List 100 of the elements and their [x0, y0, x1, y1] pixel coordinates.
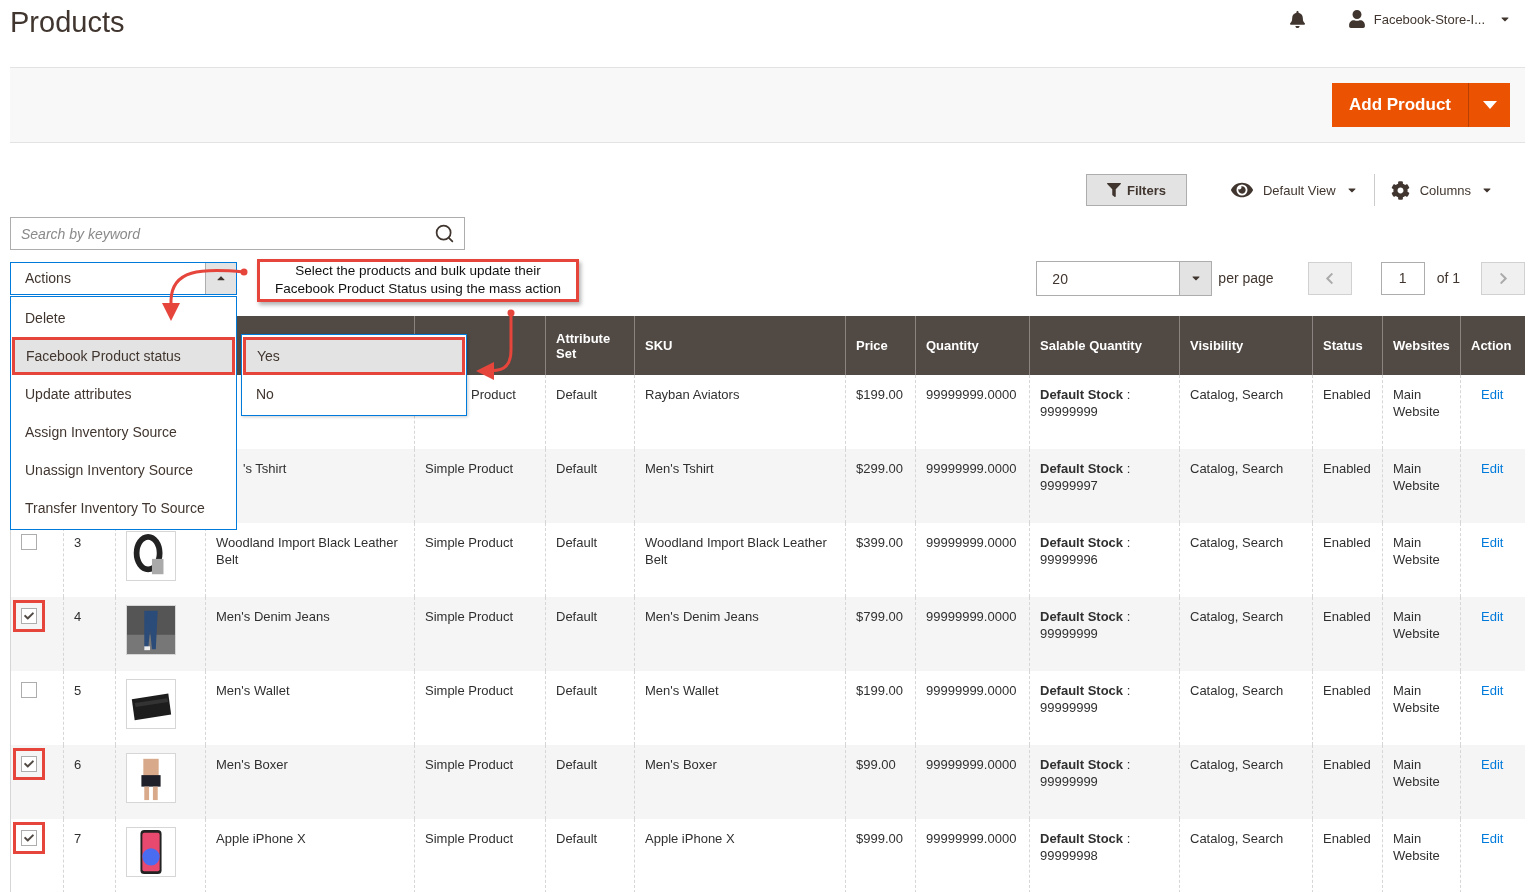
- columns-dropdown[interactable]: Columns: [1374, 174, 1509, 206]
- callout-note: Select the products and bulk update their Facebook Product Status using the mass action: [257, 259, 579, 302]
- product-type: Simple Product: [425, 682, 514, 699]
- check-icon: [24, 759, 34, 769]
- quantity-text: 99999999.0000: [926, 608, 1017, 625]
- website-text: Main Website: [1393, 534, 1441, 568]
- checkbox[interactable]: [21, 756, 37, 772]
- price-text: $299.00: [856, 460, 903, 477]
- actions-dropdown[interactable]: Actions: [10, 261, 237, 295]
- edit-link[interactable]: Edit: [1481, 387, 1504, 402]
- check-icon: [24, 833, 34, 843]
- edit-link[interactable]: Edit: [1481, 461, 1504, 476]
- status-text: Enabled: [1323, 460, 1371, 477]
- salable-quantity: Default Stock : 99999998: [1040, 830, 1132, 864]
- product-type: Simple Product: [425, 830, 514, 847]
- edit-link[interactable]: Edit: [1481, 535, 1504, 550]
- search-icon[interactable]: [434, 223, 455, 244]
- visibility-text: Catalog, Search: [1190, 608, 1284, 625]
- attribute-set: Default: [556, 756, 598, 773]
- attribute-set: Default: [556, 830, 598, 847]
- attribute-set: Default: [556, 608, 598, 625]
- column-header[interactable]: Quantity: [915, 316, 1029, 375]
- quantity-text: 99999999.0000: [926, 830, 1017, 847]
- website-text: Main Website: [1393, 386, 1441, 420]
- price-text: $199.00: [856, 682, 903, 699]
- visibility-text: Catalog, Search: [1190, 386, 1284, 403]
- status-text: Enabled: [1323, 830, 1371, 847]
- status-text: Enabled: [1323, 386, 1371, 403]
- checkbox[interactable]: [21, 682, 37, 698]
- edit-link[interactable]: Edit: [1481, 683, 1504, 698]
- status-text: Enabled: [1323, 608, 1371, 625]
- product-name: Woodland Import Black Leather Belt: [216, 534, 399, 568]
- column-header[interactable]: Visibility: [1179, 316, 1312, 375]
- price-text: $799.00: [856, 608, 903, 625]
- column-header[interactable]: Salable Quantity: [1029, 316, 1179, 375]
- page-number-field[interactable]: 1: [1380, 261, 1425, 295]
- quantity-text: 99999999.0000: [926, 534, 1017, 551]
- column-header[interactable]: Status: [1312, 316, 1382, 375]
- menu-item[interactable]: Yes: [243, 337, 465, 375]
- attribute-set: Default: [556, 460, 598, 477]
- menu-item[interactable]: Transfer Inventory To Source: [12, 489, 235, 527]
- checkbox[interactable]: [21, 534, 37, 550]
- bell-icon[interactable]: [1288, 10, 1306, 28]
- website-text: Main Website: [1393, 830, 1441, 864]
- settings-icon: [1390, 180, 1410, 200]
- user-icon[interactable]: [1347, 10, 1366, 28]
- caret-icon: [1482, 101, 1497, 109]
- attribute-set: Default: [556, 682, 598, 699]
- visibility-text: Catalog, Search: [1190, 682, 1284, 699]
- product-type: Simple Product: [425, 756, 514, 773]
- filters-button[interactable]: Filters: [1085, 174, 1187, 206]
- user-menu[interactable]: Facebook-Store-I...: [1373, 11, 1485, 27]
- sku-text: Apple iPhone X: [645, 830, 735, 847]
- sku-text: Men's Denim Jeans: [645, 608, 759, 625]
- menu-item[interactable]: Facebook Product status: [12, 337, 235, 375]
- column-header[interactable]: Price: [845, 316, 915, 375]
- checkbox[interactable]: [21, 608, 37, 624]
- website-text: Main Website: [1393, 756, 1441, 790]
- checkbox[interactable]: [21, 830, 37, 846]
- sku-text: Men's Boxer: [645, 756, 717, 773]
- column-header[interactable]: Attribute Set: [545, 316, 634, 375]
- menu-item[interactable]: No: [243, 375, 465, 413]
- visibility-text: Catalog, Search: [1190, 830, 1284, 847]
- edit-link[interactable]: Edit: [1481, 609, 1504, 624]
- product-type: Product: [471, 386, 516, 403]
- visibility-text: Catalog, Search: [1190, 756, 1284, 773]
- quantity-text: 99999999.0000: [926, 386, 1017, 403]
- menu-item[interactable]: Assign Inventory Source: [12, 413, 235, 451]
- product-type: Simple Product: [425, 608, 514, 625]
- quantity-text: 99999999.0000: [926, 756, 1017, 773]
- status-text: Enabled: [1323, 756, 1371, 773]
- price-text: $99.00: [856, 756, 896, 773]
- salable-quantity: Default Stock : 99999999: [1040, 386, 1132, 420]
- attribute-set: Default: [556, 534, 598, 551]
- product-name: Men's Wallet: [216, 682, 290, 699]
- edit-link[interactable]: Edit: [1481, 831, 1504, 846]
- column-header[interactable]: Websites: [1382, 316, 1460, 375]
- per-page-select[interactable]: 20: [1036, 260, 1213, 296]
- price-text: $199.00: [856, 386, 903, 403]
- row-id: 3: [74, 534, 82, 551]
- sku-text: Rayban Aviators: [645, 386, 740, 403]
- column-header[interactable]: Action: [1460, 316, 1525, 375]
- menu-item[interactable]: Update attributes: [12, 375, 235, 413]
- status-text: Enabled: [1323, 682, 1371, 699]
- search-field[interactable]: Search by keyword: [10, 217, 465, 250]
- page-count: of 1: [1436, 270, 1460, 286]
- menu-item[interactable]: Delete: [12, 299, 235, 337]
- sku-text: Men's Wallet: [645, 682, 719, 699]
- view-dropdown[interactable]: Default View: [1214, 174, 1374, 206]
- column-header[interactable]: SKU: [634, 316, 845, 375]
- salable-quantity: Default Stock : 99999999: [1040, 682, 1132, 716]
- website-text: Main Website: [1393, 682, 1441, 716]
- row-id: 7: [74, 830, 82, 847]
- salable-quantity: Default Stock : 99999996: [1040, 534, 1132, 568]
- price-text: $399.00: [856, 534, 903, 551]
- website-text: Main Website: [1393, 608, 1441, 642]
- edit-link[interactable]: Edit: [1481, 757, 1504, 772]
- menu-item[interactable]: Unassign Inventory Source: [12, 451, 235, 489]
- product-name: Men's Boxer: [216, 756, 288, 773]
- salable-quantity: Default Stock : 99999999: [1040, 756, 1132, 790]
